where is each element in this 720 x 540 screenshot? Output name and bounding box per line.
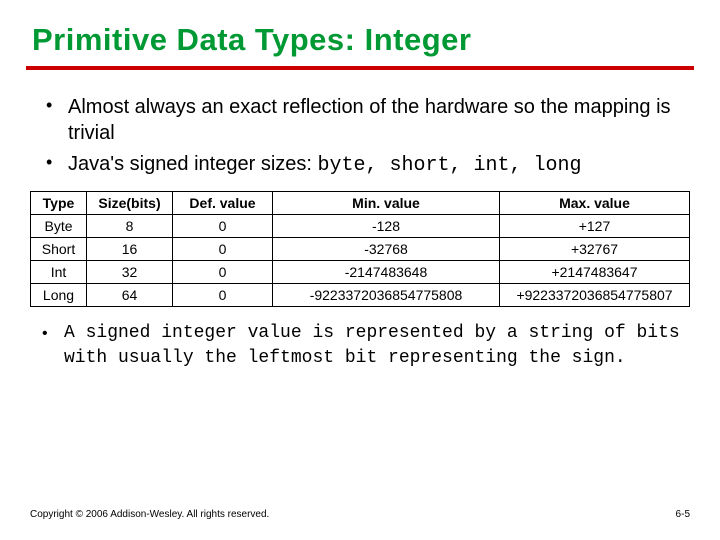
bullet-dot: • (42, 323, 48, 345)
cell-size: 16 (87, 238, 173, 261)
table-header-row: Type Size(bits) Def. value Min. value Ma… (31, 192, 690, 215)
table-row: Int 32 0 -2147483648 +2147483647 (31, 261, 690, 284)
copyright: Copyright © 2006 Addison-Wesley. All rig… (30, 509, 269, 520)
bullet-code: byte, short, int, long (318, 154, 582, 177)
th-max: Max. value (500, 192, 690, 215)
cell-def: 0 (173, 238, 273, 261)
cell-max: +2147483647 (500, 261, 690, 284)
cell-max: +32767 (500, 238, 690, 261)
table-row: Long 64 0 -9223372036854775808 +92233720… (31, 284, 690, 307)
table-row: Short 16 0 -32768 +32767 (31, 238, 690, 261)
slide: Primitive Data Types: Integer Almost alw… (0, 0, 720, 540)
cell-min: -128 (273, 215, 500, 238)
cell-type: Byte (31, 215, 87, 238)
page-number: 6-5 (676, 509, 690, 520)
th-def: Def. value (173, 192, 273, 215)
th-size: Size(bits) (87, 192, 173, 215)
cell-def: 0 (173, 215, 273, 238)
table-row: Byte 8 0 -128 +127 (31, 215, 690, 238)
cell-size: 64 (87, 284, 173, 307)
bullet-item: Java's signed integer sizes: byte, short… (68, 151, 678, 179)
bullet-list: Almost always an exact reflection of the… (30, 94, 690, 179)
cell-def: 0 (173, 261, 273, 284)
bullet-text: Java's signed integer sizes: (68, 153, 318, 175)
cell-type: Short (31, 238, 87, 261)
cell-size: 8 (87, 215, 173, 238)
bullet-item: Almost always an exact reflection of the… (68, 94, 678, 147)
cell-size: 32 (87, 261, 173, 284)
cell-def: 0 (173, 284, 273, 307)
cell-max: +127 (500, 215, 690, 238)
th-type: Type (31, 192, 87, 215)
cell-min: -32768 (273, 238, 500, 261)
page-title: Primitive Data Types: Integer (32, 22, 690, 58)
note-text: A signed integer value is represented by… (64, 323, 680, 368)
cell-min: -9223372036854775808 (273, 284, 500, 307)
footer: Copyright © 2006 Addison-Wesley. All rig… (30, 509, 690, 520)
cell-type: Long (31, 284, 87, 307)
title-rule (26, 66, 694, 70)
integer-types-table: Type Size(bits) Def. value Min. value Ma… (30, 191, 690, 307)
note: • A signed integer value is represented … (64, 321, 680, 371)
cell-type: Int (31, 261, 87, 284)
cell-min: -2147483648 (273, 261, 500, 284)
th-min: Min. value (273, 192, 500, 215)
cell-max: +9223372036854775807 (500, 284, 690, 307)
